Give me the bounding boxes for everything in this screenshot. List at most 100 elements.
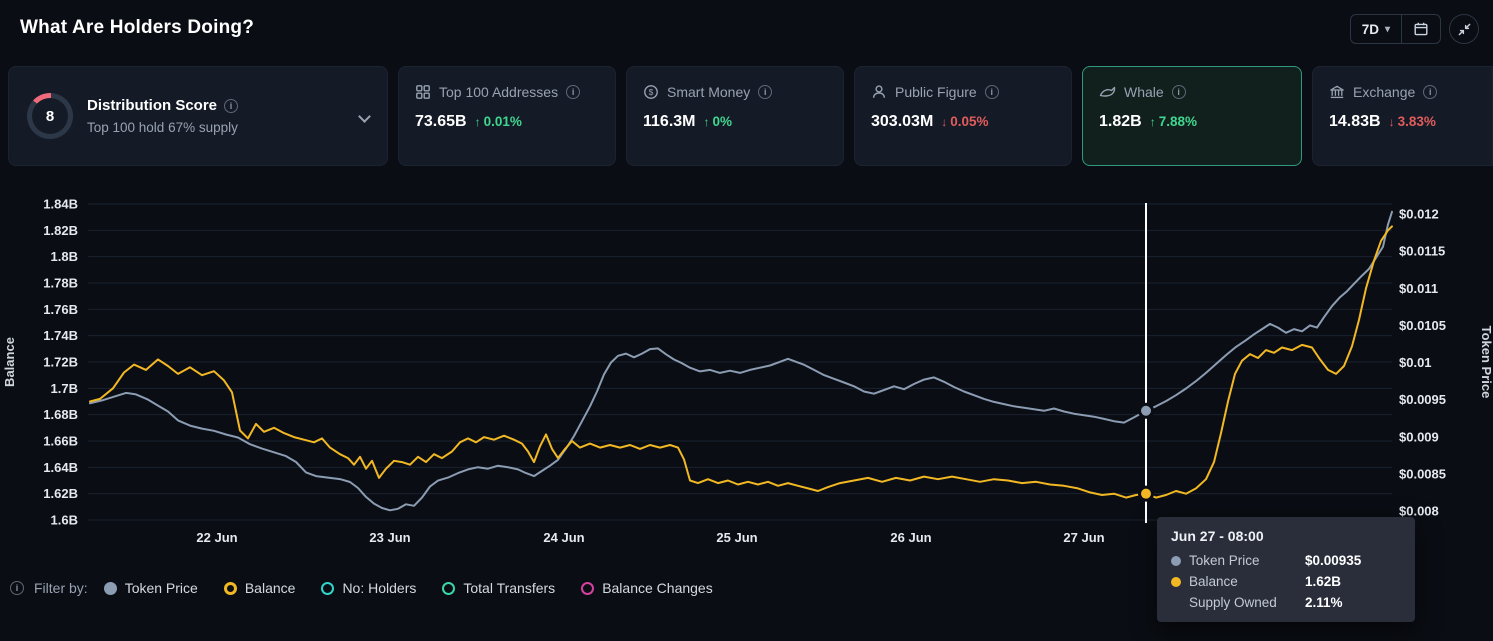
- metric-label: Exchange: [1353, 84, 1415, 100]
- svg-text:$0.0095: $0.0095: [1399, 392, 1446, 407]
- bank-icon: [1329, 84, 1345, 100]
- total-transfers-legend-icon: [442, 582, 455, 595]
- svg-text:1.74B: 1.74B: [43, 328, 78, 343]
- metric-card-public-figure[interactable]: Public Figure 303.03M ↓0.05%: [854, 66, 1072, 166]
- metric-change: ↑7.88%: [1150, 114, 1197, 129]
- tooltip-row-token-price: Token Price $0.00935: [1171, 553, 1401, 568]
- svg-text:1.82B: 1.82B: [43, 223, 78, 238]
- legend-item-total-transfers[interactable]: Total Transfers: [442, 580, 555, 596]
- token-price-dot-icon: [1171, 556, 1181, 566]
- svg-text:1.62B: 1.62B: [43, 486, 78, 501]
- whale-icon: [1099, 84, 1116, 100]
- distribution-score-gauge: 8: [27, 93, 73, 139]
- info-icon[interactable]: [758, 85, 772, 99]
- svg-text:27 Jun: 27 Jun: [1063, 530, 1104, 545]
- collapse-button[interactable]: [1449, 14, 1479, 44]
- svg-text:26 Jun: 26 Jun: [890, 530, 931, 545]
- chevron-down-icon: ▾: [1385, 24, 1390, 35]
- svg-text:$0.009: $0.009: [1399, 429, 1439, 444]
- distribution-score-text: Distribution Score Top 100 hold 67% supp…: [87, 97, 342, 135]
- svg-text:Token Price: Token Price: [1479, 326, 1493, 399]
- metric-change: ↓0.05%: [941, 114, 988, 129]
- svg-text:1.66B: 1.66B: [43, 434, 78, 449]
- svg-text:23 Jun: 23 Jun: [369, 530, 410, 545]
- metric-change: ↑0%: [703, 114, 732, 129]
- metric-card-top-100-addresses[interactable]: Top 100 Addresses 73.65B ↑0.01%: [398, 66, 616, 166]
- balance-price-chart[interactable]: 1.84B1.82B1.8B1.78B1.76B1.74B1.72B1.7B1.…: [0, 185, 1493, 565]
- svg-text:1.68B: 1.68B: [43, 407, 78, 422]
- tooltip-row-balance: Balance 1.62B: [1171, 574, 1401, 589]
- calendar-icon: [1413, 21, 1429, 37]
- arrow-icon: ↑: [1150, 115, 1156, 129]
- svg-text:$0.01: $0.01: [1399, 355, 1432, 370]
- info-icon[interactable]: [1423, 85, 1437, 99]
- collapse-icon: [1457, 22, 1472, 37]
- legend-item-token-price[interactable]: Token Price: [104, 580, 198, 596]
- grid-icon: [415, 84, 431, 100]
- svg-text:22 Jun: 22 Jun: [196, 530, 237, 545]
- svg-text:$0.0085: $0.0085: [1399, 466, 1446, 481]
- svg-text:1.6B: 1.6B: [51, 513, 78, 528]
- info-icon[interactable]: [224, 99, 238, 113]
- metric-label: Public Figure: [895, 84, 977, 100]
- metric-card-whale[interactable]: Whale 1.82B ↑7.88%: [1082, 66, 1302, 166]
- metric-value: 14.83B: [1329, 113, 1381, 131]
- chevron-down-icon[interactable]: [358, 110, 371, 123]
- tooltip-row-supply-owned: Supply Owned 2.11%: [1171, 595, 1401, 610]
- legend-item-balance-changes[interactable]: Balance Changes: [581, 580, 713, 596]
- svg-text:$0.0115: $0.0115: [1399, 244, 1445, 259]
- timerange-button[interactable]: 7D ▾: [1351, 15, 1401, 43]
- svg-text:1.72B: 1.72B: [43, 355, 78, 370]
- legend-item-balance[interactable]: Balance: [224, 580, 296, 596]
- legend-item-no-holders[interactable]: No: Holders: [321, 580, 416, 596]
- info-icon[interactable]: [985, 85, 999, 99]
- svg-text:$: $: [649, 87, 654, 97]
- svg-text:24 Jun: 24 Jun: [543, 530, 584, 545]
- arrow-icon: ↑: [475, 115, 481, 129]
- info-icon[interactable]: [10, 581, 24, 595]
- metric-label: Top 100 Addresses: [439, 84, 558, 100]
- svg-text:1.7B: 1.7B: [51, 381, 78, 396]
- holder-category-cards: 8 Distribution Score Top 100 hold 67% su…: [0, 66, 1493, 166]
- svg-text:1.78B: 1.78B: [43, 276, 78, 291]
- arrow-icon: ↑: [703, 115, 709, 129]
- metric-label: Whale: [1124, 84, 1164, 100]
- distribution-score-title: Distribution Score: [87, 97, 217, 114]
- legend-items: Token Price Balance No: Holders Total Tr…: [104, 580, 713, 596]
- metric-card-smart-money[interactable]: $ Smart Money 116.3M ↑0%: [626, 66, 844, 166]
- svg-text:Balance: Balance: [2, 337, 17, 387]
- metric-change: ↑0.01%: [475, 114, 522, 129]
- filter-bar: Filter by: Token Price Balance No: Holde…: [10, 580, 713, 596]
- balance-dot-icon: [1171, 577, 1181, 587]
- tooltip-timestamp: Jun 27 - 08:00: [1171, 528, 1401, 544]
- header: What Are Holders Doing? 7D ▾: [0, 0, 1493, 60]
- page-title: What Are Holders Doing?: [20, 17, 254, 39]
- coin-icon: $: [643, 84, 659, 100]
- svg-text:1.84B: 1.84B: [43, 197, 78, 212]
- chart-tooltip: Jun 27 - 08:00 Token Price $0.00935 Bala…: [1157, 517, 1415, 622]
- balance-legend-icon: [224, 582, 237, 595]
- person-icon: [871, 84, 887, 100]
- metric-value: 73.65B: [415, 113, 467, 131]
- svg-text:1.64B: 1.64B: [43, 460, 78, 475]
- time-controls-group: 7D ▾: [1350, 14, 1441, 44]
- svg-text:1.76B: 1.76B: [43, 302, 78, 317]
- no-holders-legend-icon: [321, 582, 334, 595]
- metric-value: 116.3M: [643, 113, 695, 131]
- info-icon[interactable]: [566, 85, 580, 99]
- timerange-label: 7D: [1362, 22, 1379, 37]
- arrow-icon: ↓: [1389, 115, 1395, 129]
- distribution-score-value: 8: [46, 108, 54, 125]
- holders-chart[interactable]: 1.84B1.82B1.8B1.78B1.76B1.74B1.72B1.7B1.…: [0, 185, 1493, 565]
- distribution-score-card[interactable]: 8 Distribution Score Top 100 hold 67% su…: [8, 66, 388, 166]
- balance-changes-legend-icon: [581, 582, 594, 595]
- metric-card-exchange[interactable]: Exchange 14.83B ↓3.83%: [1312, 66, 1493, 166]
- distribution-score-subtitle: Top 100 hold 67% supply: [87, 120, 342, 135]
- filter-by-label: Filter by:: [34, 580, 88, 596]
- svg-text:$0.0105: $0.0105: [1399, 318, 1446, 333]
- svg-text:$0.011: $0.011: [1399, 281, 1438, 296]
- metric-value: 303.03M: [871, 113, 933, 131]
- metric-label: Smart Money: [667, 84, 750, 100]
- calendar-button[interactable]: [1402, 15, 1440, 43]
- info-icon[interactable]: [1172, 85, 1186, 99]
